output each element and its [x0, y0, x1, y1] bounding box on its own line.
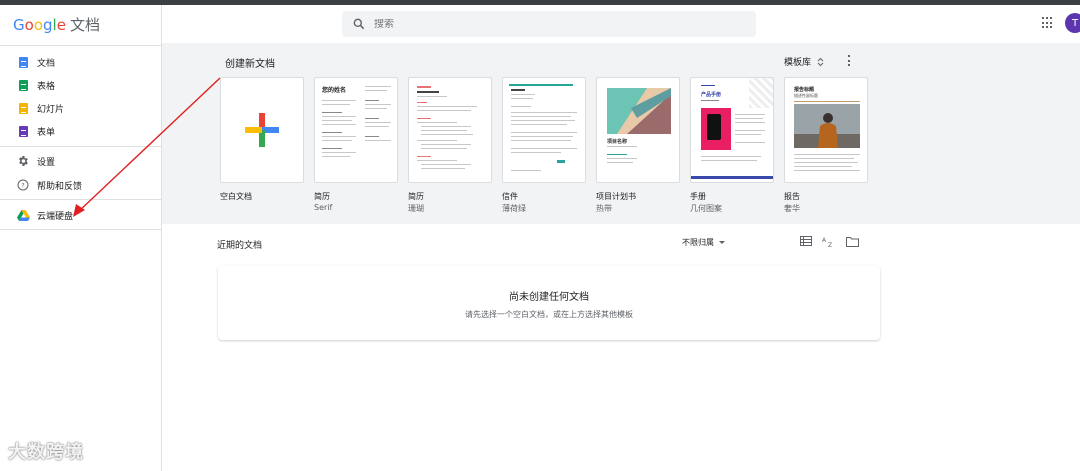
help-icon: ?	[12, 179, 34, 191]
template-style: Serif	[314, 203, 333, 212]
slides-icon	[12, 102, 34, 114]
forms-icon	[12, 125, 34, 137]
sort-az-icon[interactable]: A Z	[822, 236, 836, 248]
template-report-luxe[interactable]: 报告标题 描述性副标题 报告 奢华	[784, 77, 868, 214]
more-options-icon[interactable]	[848, 55, 851, 66]
sidebar-item-slides[interactable]: 幻灯片	[0, 97, 161, 119]
empty-state-heading: 尚未创建任何文档	[509, 292, 589, 303]
sidebar: Google 文档 文档 表格 幻灯片 表单 设置 ? 帮助和反馈 云端硬盘	[0, 5, 162, 471]
gear-icon	[12, 155, 34, 167]
template-name: 空白文档	[220, 192, 252, 201]
template-thumbnail[interactable]: 您的姓名	[314, 77, 398, 183]
template-gallery-label: 模板库	[784, 58, 812, 68]
thumb-title: 产品手册	[701, 92, 722, 98]
main-area: T 创建新文档 模板库 空白文档 您的姓名	[162, 5, 1080, 471]
template-thumbnail[interactable]: 报告标题 描述性副标题	[784, 77, 868, 183]
template-brochure-geometric[interactable]: 产品手册 手册 几何图案	[690, 77, 774, 214]
docs-icon	[12, 56, 34, 68]
thumb-title: 项目名称	[607, 139, 628, 145]
search-icon	[353, 18, 365, 30]
template-gallery-toggle[interactable]: 模板库	[784, 55, 824, 68]
search-bar[interactable]	[342, 11, 756, 37]
recent-docs-title: 近期的文档	[217, 241, 263, 251]
thumb-title: 您的姓名	[322, 87, 347, 94]
sidebar-item-label: 文档	[37, 58, 56, 69]
sidebar-item-label: 设置	[37, 157, 56, 168]
template-letter-mint[interactable]: 信件 薄荷绿	[502, 77, 586, 214]
template-thumbnail[interactable]	[502, 77, 586, 183]
empty-state-hint: 请先选择一个空白文档，或在上方选择其他模板	[465, 310, 633, 319]
divider	[0, 146, 161, 147]
template-thumbnail[interactable]: 项目名称	[596, 77, 680, 183]
template-name: 报告	[784, 192, 800, 201]
svg-text:?: ?	[21, 181, 24, 189]
sidebar-item-sheets[interactable]: 表格	[0, 74, 161, 96]
sidebar-item-docs[interactable]: 文档	[0, 51, 161, 73]
template-resume-coral[interactable]: 简历 珊瑚	[408, 77, 492, 214]
thumb-graphic	[607, 88, 671, 134]
logo-product-name: 文档	[69, 16, 100, 34]
sidebar-item-label: 帮助和反馈	[37, 181, 83, 192]
app-logo[interactable]: Google 文档	[13, 15, 100, 35]
template-name: 简历	[314, 192, 330, 201]
sidebar-item-drive[interactable]: 云端硬盘	[0, 204, 161, 226]
drive-icon	[12, 209, 34, 221]
expand-collapse-icon	[817, 57, 824, 66]
sidebar-item-label: 幻灯片	[37, 104, 65, 115]
thumb-title: 报告标题	[794, 87, 815, 93]
template-style: 几何图案	[690, 204, 722, 213]
template-resume-serif[interactable]: 您的姓名 简历 Serif	[314, 77, 398, 212]
template-thumbnail[interactable]	[408, 77, 492, 183]
list-view-icon[interactable]	[800, 236, 812, 246]
sidebar-item-settings[interactable]: 设置	[0, 150, 161, 172]
thumb-subtitle: 描述性副标题	[794, 93, 818, 98]
sidebar-item-forms[interactable]: 表单	[0, 120, 161, 142]
divider	[0, 199, 161, 200]
watermark-logo: 大数跨境	[8, 442, 84, 463]
owner-filter-dropdown[interactable]: 不限归属	[682, 237, 725, 248]
sheets-icon	[12, 79, 34, 91]
apps-grid-icon[interactable]	[1042, 17, 1054, 29]
divider	[0, 229, 161, 230]
template-name: 手册	[690, 192, 706, 201]
thumb-photo	[794, 104, 860, 148]
sidebar-item-label: 云端硬盘	[37, 211, 74, 222]
empty-state-card: 尚未创建任何文档 请先选择一个空白文档，或在上方选择其他模板	[218, 266, 880, 340]
template-name: 信件	[502, 192, 518, 201]
template-gallery: 创建新文档 模板库 空白文档 您的姓名 简历 Serif 简历 珊瑚 信件 薄荷…	[162, 43, 1080, 224]
template-style: 珊瑚	[408, 204, 424, 213]
search-input[interactable]	[374, 18, 714, 30]
template-blank[interactable]: 空白文档	[220, 77, 304, 202]
sidebar-item-label: 表单	[37, 127, 56, 138]
plus-icon	[245, 113, 279, 147]
template-name: 项目计划书	[596, 192, 636, 201]
template-style: 薄荷绿	[502, 204, 526, 213]
template-thumbnail[interactable]: 产品手册	[690, 77, 774, 183]
folder-open-icon[interactable]	[846, 236, 859, 247]
sidebar-item-label: 表格	[37, 81, 56, 92]
gallery-title: 创建新文档	[225, 59, 275, 70]
template-thumbnail[interactable]	[220, 77, 304, 183]
template-name: 简历	[408, 192, 424, 201]
template-style: 热带	[596, 204, 612, 213]
svg-text:Z: Z	[828, 242, 832, 248]
template-style: 奢华	[784, 204, 800, 213]
svg-text:A: A	[822, 237, 827, 244]
account-avatar[interactable]: T	[1065, 13, 1080, 33]
template-project-tropic[interactable]: 项目名称 项目计划书 热带	[596, 77, 680, 214]
sidebar-item-help[interactable]: ? 帮助和反馈	[0, 174, 161, 196]
divider	[0, 45, 161, 46]
